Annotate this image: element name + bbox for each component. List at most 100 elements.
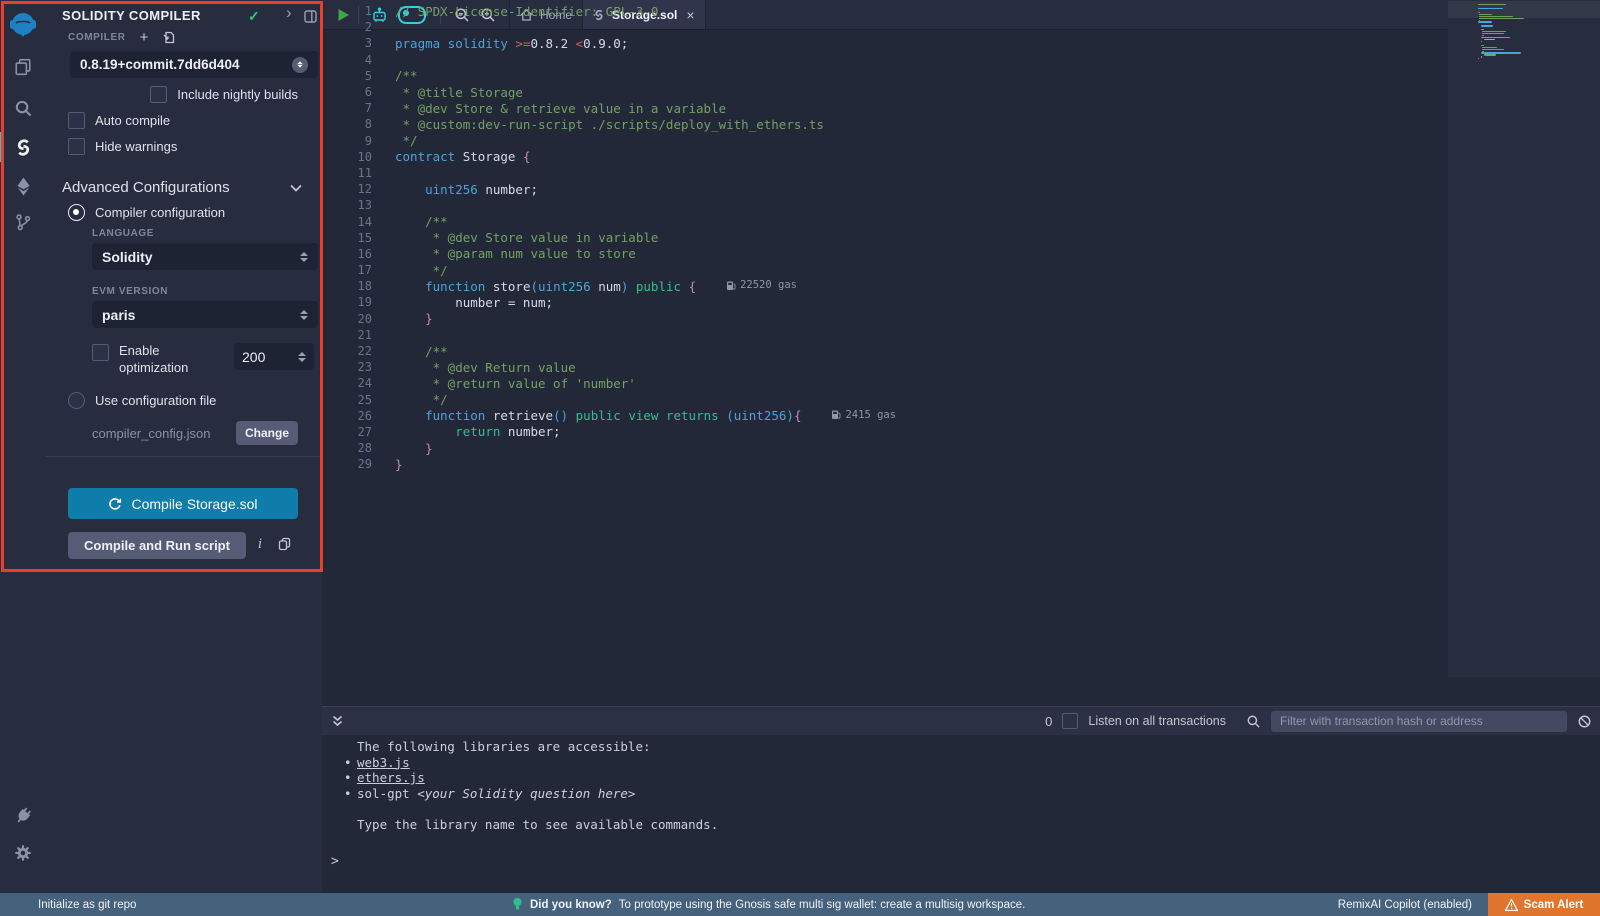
main-area: Home Storage.sol × 1// SPDX-License-Iden… xyxy=(322,0,1600,893)
scam-alert-badge[interactable]: Scam Alert xyxy=(1488,893,1600,916)
search-icon[interactable] xyxy=(0,91,46,125)
code-line: 26 function retrieve() public view retur… xyxy=(322,408,896,424)
hide-warnings-checkbox[interactable] xyxy=(68,138,85,155)
code-line: 24 * @return value of 'number' xyxy=(322,375,896,391)
code-line: 7 * @dev Store & retrieve value in a var… xyxy=(322,100,896,116)
code-line: 25 */ xyxy=(322,392,896,408)
code-line: 18 function store(uint256 num) public {2… xyxy=(322,278,896,294)
transaction-filter-input[interactable] xyxy=(1271,711,1567,732)
include-nightly-label: Include nightly builds xyxy=(177,87,298,102)
line-number: 2 xyxy=(322,30,395,34)
terminal: 0 Listen on all transactions xyxy=(322,706,1600,893)
terminal-output: The following libraries are accessible:•… xyxy=(322,734,1600,893)
clear-console-icon[interactable] xyxy=(1577,714,1592,729)
code-line: 28 } xyxy=(322,440,896,456)
line-number: 17 xyxy=(322,263,395,277)
minimap[interactable] xyxy=(1448,30,1600,677)
include-nightly-checkbox[interactable] xyxy=(150,86,167,103)
panel-divider xyxy=(46,456,322,457)
code-line: 8 * @custom:dev-run-script ./scripts/dep… xyxy=(322,116,896,132)
terminal-link[interactable]: ethers.js xyxy=(357,770,425,785)
info-icon[interactable]: i xyxy=(258,537,262,552)
plugin-manager-icon[interactable] xyxy=(0,798,46,832)
line-number: 20 xyxy=(322,312,395,326)
auto-compile-checkbox[interactable] xyxy=(68,112,85,129)
enable-optimization-checkbox[interactable] xyxy=(92,344,109,361)
chevron-down-icon[interactable] xyxy=(290,184,302,192)
icon-rail xyxy=(0,0,47,893)
code-line: 3pragma solidity >=0.8.2 <0.9.0; xyxy=(322,35,896,51)
terminal-line xyxy=(322,801,1600,817)
change-config-button[interactable]: Change xyxy=(236,421,298,445)
tip-text: To prototype using the Gnosis safe multi… xyxy=(619,899,1026,911)
code-lines: 1// SPDX-License-Identifier: GPL-3.023pr… xyxy=(322,30,896,472)
evm-version-select[interactable]: paris xyxy=(92,301,318,328)
did-you-know-tip: Did you know? To prototype using the Gno… xyxy=(512,897,1025,912)
code-editor[interactable]: 1// SPDX-License-Identifier: GPL-3.023pr… xyxy=(322,30,1600,707)
compile-and-run-button[interactable]: Compile and Run script xyxy=(68,532,246,559)
line-number: 4 xyxy=(322,53,395,67)
code-line: 27 return number; xyxy=(322,424,896,440)
forward-chevron-icon[interactable]: › xyxy=(286,5,292,21)
line-number: 15 xyxy=(322,231,395,245)
listen-transactions-label: Listen on all transactions xyxy=(1088,714,1226,728)
pin-panel-icon[interactable] xyxy=(304,8,317,24)
file-explorer-icon[interactable] xyxy=(0,50,46,84)
minimap-lines xyxy=(1478,30,1524,60)
listen-transactions-checkbox[interactable] xyxy=(1062,713,1078,729)
terminal-search-icon xyxy=(1246,714,1261,729)
compile-button[interactable]: Compile Storage.sol xyxy=(68,488,298,519)
code-line: 14 /** xyxy=(322,213,896,229)
line-number: 19 xyxy=(322,295,395,309)
compiler-version-select[interactable]: 0.8.19+commit.7dd6d404 xyxy=(70,51,318,78)
code-line: 17 */ xyxy=(322,262,896,278)
copilot-status[interactable]: RemixAI Copilot (enabled) xyxy=(1338,899,1472,911)
remix-ide-window: SOLIDITY COMPILER ✓ › COMPILER + 0.8.19+… xyxy=(0,0,1600,916)
optimization-runs-input[interactable]: 200 xyxy=(234,343,314,370)
line-number: 13 xyxy=(322,198,395,212)
git-init-status[interactable]: Initialize as git repo xyxy=(38,899,136,911)
use-configuration-file-radio[interactable] xyxy=(68,392,85,409)
panel-title: SOLIDITY COMPILER xyxy=(62,8,201,23)
code-line: 10contract Storage { xyxy=(322,149,896,165)
terminal-line: The following libraries are accessible: xyxy=(322,739,1600,755)
line-number: 5 xyxy=(322,69,395,83)
compile-button-label: Compile Storage.sol xyxy=(131,496,257,512)
line-number: 22 xyxy=(322,344,395,358)
transaction-count: 0 xyxy=(1045,714,1052,729)
code-line: 22 /** xyxy=(322,343,896,359)
git-icon[interactable] xyxy=(0,205,46,239)
terminal-link[interactable]: web3.js xyxy=(357,755,410,770)
compiler-configuration-label: Compiler configuration xyxy=(95,205,225,220)
code-line: 29} xyxy=(322,456,896,472)
open-compiler-file-icon[interactable] xyxy=(162,31,175,44)
code-line: 5/** xyxy=(322,68,896,84)
line-number: 9 xyxy=(322,134,395,148)
gas-estimate-badge: 2415 gas xyxy=(831,409,896,421)
line-number: 12 xyxy=(322,182,395,196)
language-select[interactable]: Solidity xyxy=(92,243,318,270)
status-bar: Initialize as git repo Did you know? To … xyxy=(0,893,1600,916)
line-number: 6 xyxy=(322,85,395,99)
add-custom-compiler-icon[interactable]: + xyxy=(140,33,149,43)
evm-version-label: EVM VERSION xyxy=(92,286,168,297)
settings-gear-icon[interactable] xyxy=(0,836,46,870)
line-number: 11 xyxy=(322,166,395,180)
deploy-run-icon[interactable] xyxy=(0,169,46,203)
use-configuration-file-label: Use configuration file xyxy=(95,393,216,408)
advanced-configurations-title[interactable]: Advanced Configurations xyxy=(62,179,230,196)
language-value: Solidity xyxy=(102,249,153,265)
expand-terminal-icon[interactable] xyxy=(332,715,343,727)
line-number: 21 xyxy=(322,328,395,342)
config-file-name[interactable]: compiler_config.json xyxy=(92,426,211,441)
solidity-compiler-icon[interactable] xyxy=(0,130,46,164)
terminal-prompt[interactable]: > xyxy=(331,854,339,870)
code-line: 6 * @title Storage xyxy=(322,84,896,100)
copy-icon[interactable] xyxy=(278,537,291,551)
remix-logo[interactable] xyxy=(0,8,46,42)
line-number: 7 xyxy=(322,101,395,115)
code-line: 4 xyxy=(322,52,896,68)
compiler-configuration-radio[interactable] xyxy=(68,204,85,221)
line-number: 28 xyxy=(322,441,395,455)
terminal-line: Type the library name to see available c… xyxy=(322,817,1600,833)
